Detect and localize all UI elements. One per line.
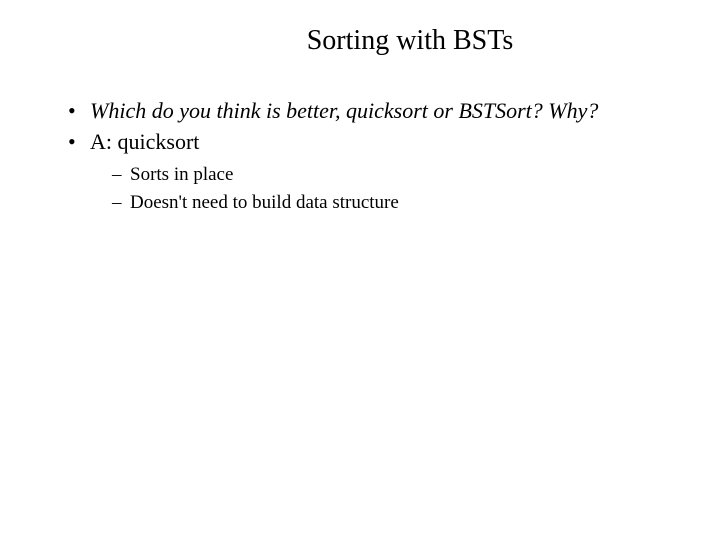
sub-bullet-item: Doesn't need to build data structure <box>112 190 680 216</box>
sub-bullet-text: Doesn't need to build data structure <box>130 192 399 213</box>
sub-bullet-list: Sorts in place Doesn't need to build dat… <box>112 162 680 215</box>
bullet-item: A: quicksort <box>68 128 680 157</box>
main-bullet-list: Which do you think is better, quicksort … <box>68 97 680 156</box>
sub-bullet-item: Sorts in place <box>112 162 680 188</box>
bullet-text: Which do you think is better, quicksort … <box>90 98 598 123</box>
bullet-item: Which do you think is better, quicksort … <box>68 97 680 126</box>
slide-title: Sorting with BSTs <box>140 25 680 57</box>
bullet-text: A: quicksort <box>90 129 199 154</box>
sub-bullet-text: Sorts in place <box>130 164 233 185</box>
